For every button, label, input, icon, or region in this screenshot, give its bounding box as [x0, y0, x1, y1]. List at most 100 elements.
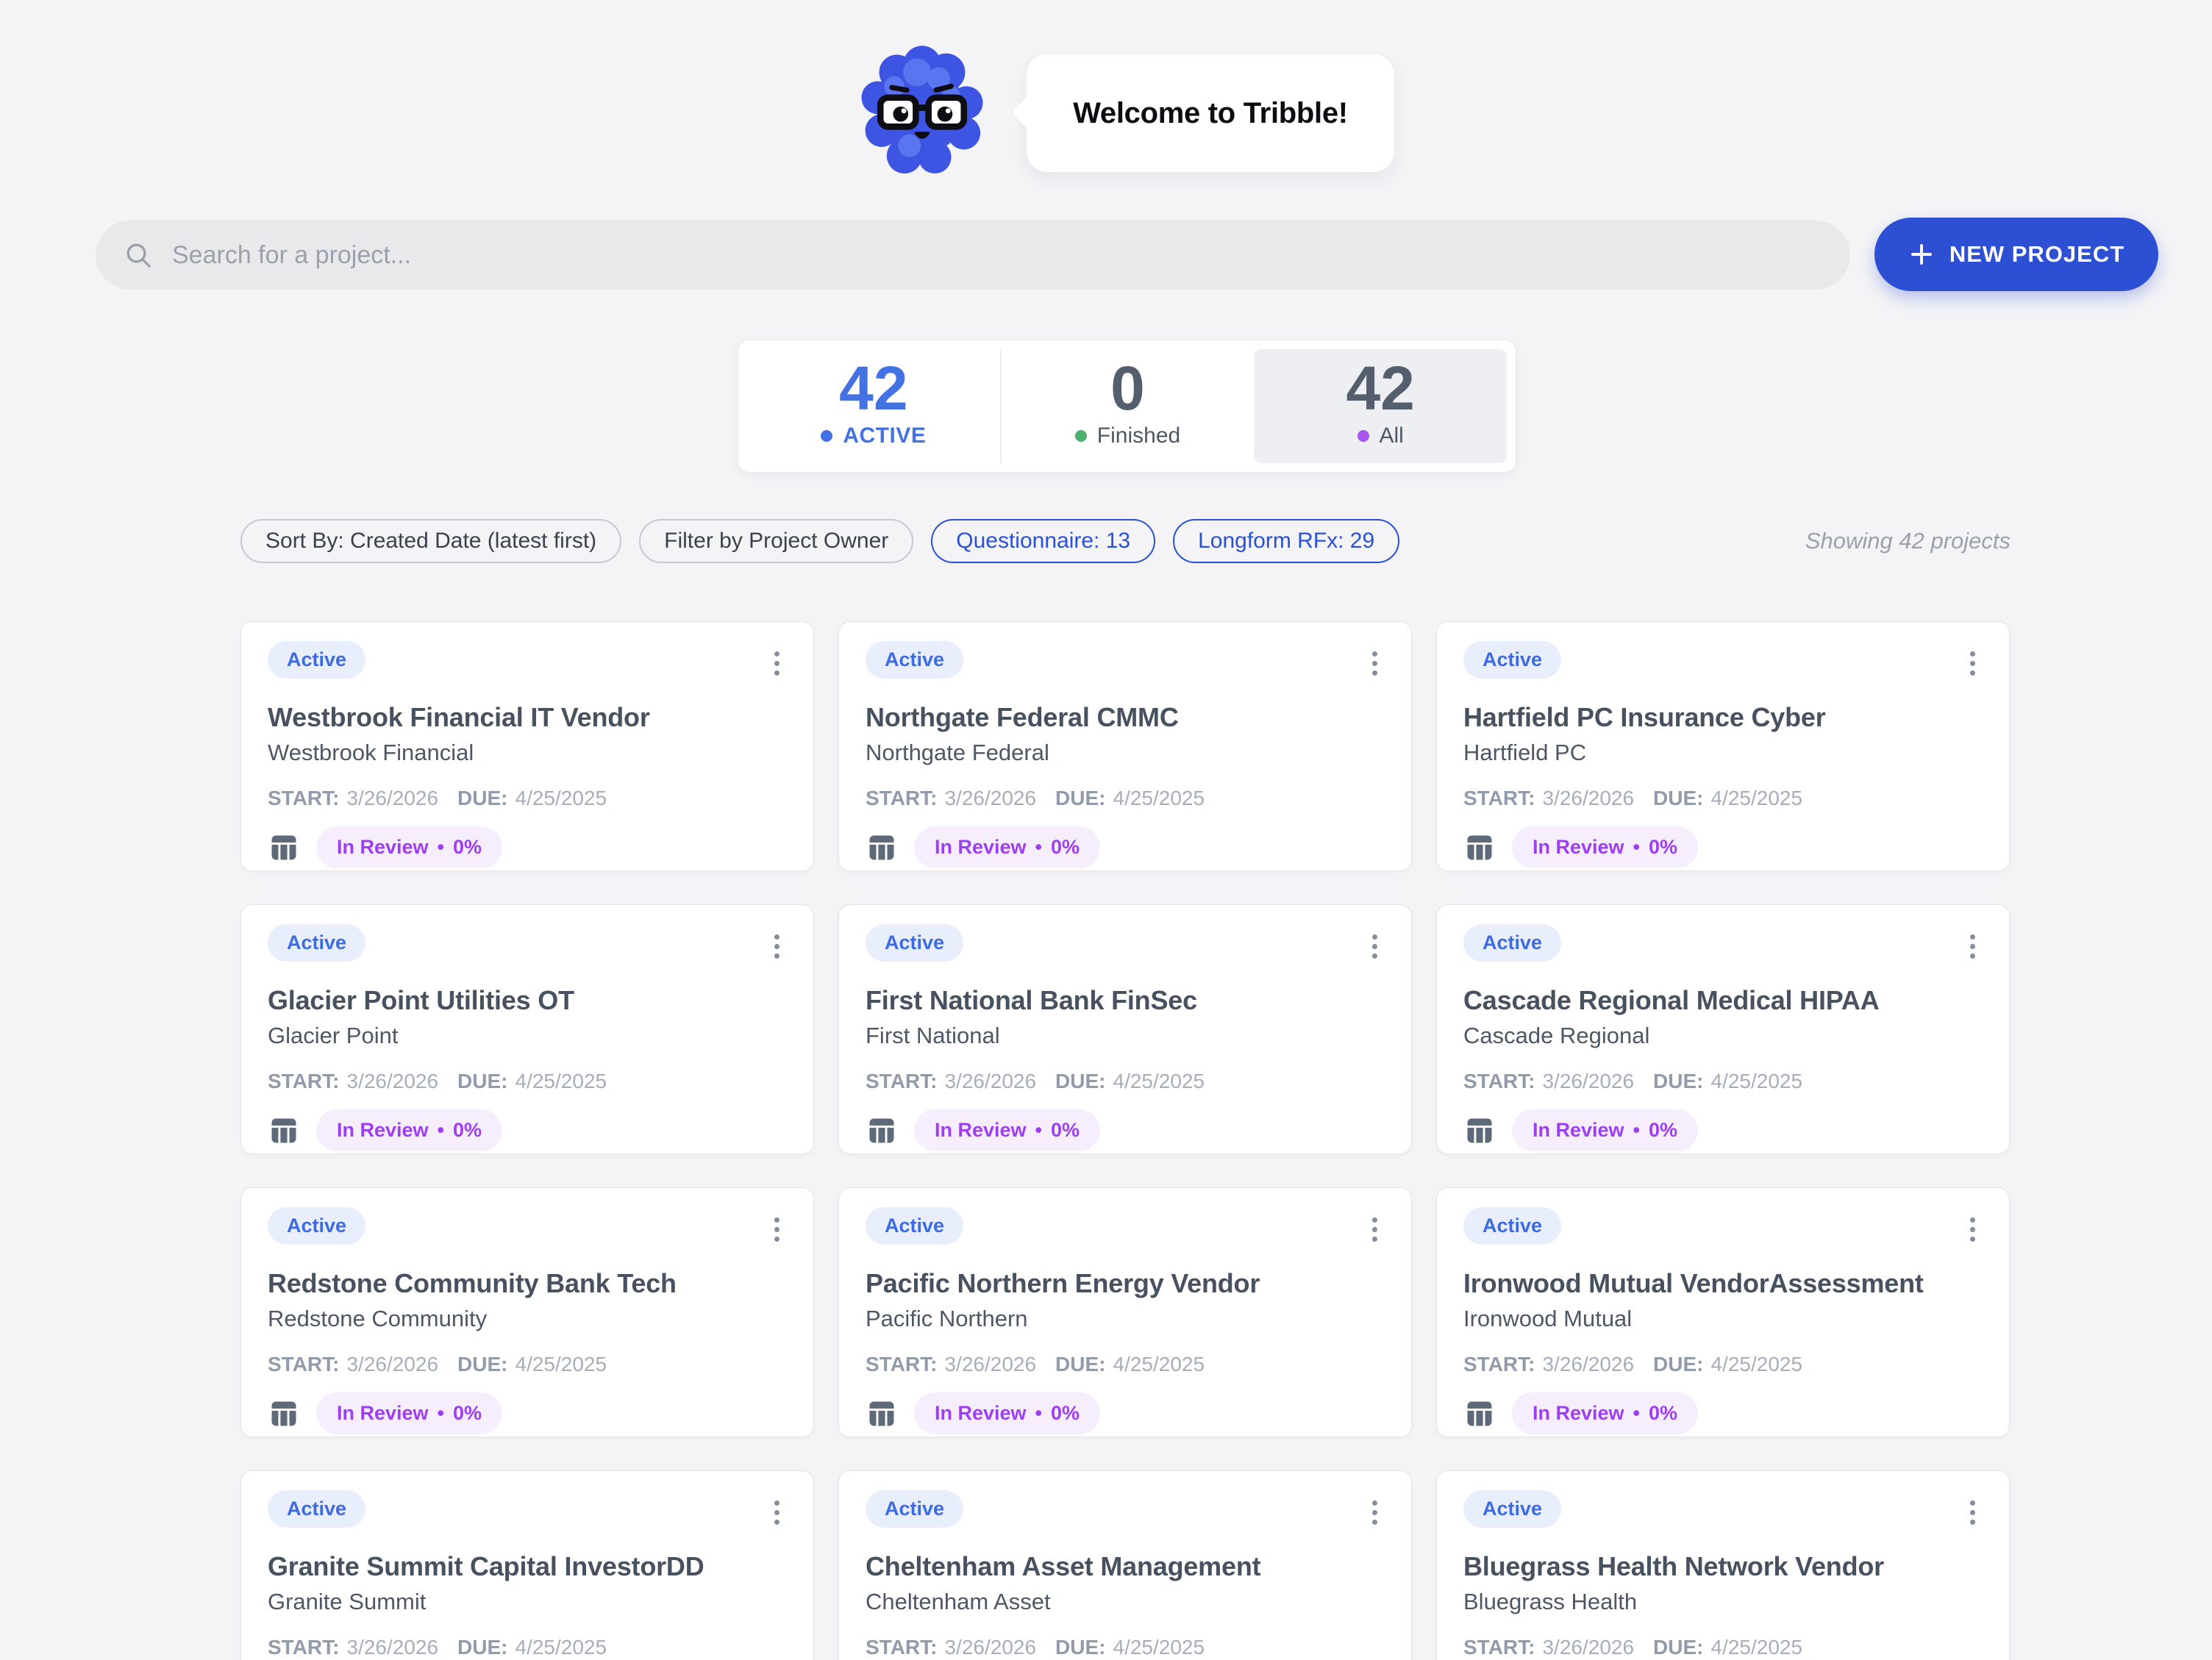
project-card[interactable]: Active Redstone Community Bank Tech Reds…	[240, 1187, 814, 1437]
review-label: In Review	[1533, 837, 1624, 857]
project-card[interactable]: Active Cheltenham Asset Management Chelt…	[838, 1470, 1412, 1660]
start-date: 3/26/2026	[346, 787, 438, 810]
start-label: START:	[1463, 1353, 1535, 1376]
due-label: DUE:	[1055, 1636, 1105, 1659]
project-card[interactable]: Active Granite Summit Capital InvestorDD…	[240, 1470, 814, 1660]
status-badge: Active	[1463, 1490, 1561, 1528]
project-dates: START: 3/26/2026 DUE: 4/25/2025	[866, 787, 1385, 810]
start-label: START:	[268, 1070, 339, 1093]
dot-separator: •	[1633, 1120, 1640, 1140]
project-owner: Hartfield PC	[1463, 740, 1983, 766]
project-card[interactable]: Active First National Bank FinSec First …	[838, 904, 1412, 1154]
project-owner: Cheltenham Asset	[866, 1589, 1385, 1615]
project-dates: START: 3/26/2026 DUE: 4/25/2025	[268, 787, 787, 810]
card-menu-button[interactable]	[1365, 1209, 1385, 1251]
status-badge: Active	[1463, 641, 1561, 679]
kebab-icon	[774, 934, 779, 940]
review-label: In Review	[935, 1403, 1027, 1423]
card-menu-button[interactable]	[1963, 926, 1983, 967]
start-date: 3/26/2026	[346, 1353, 438, 1376]
project-title: Bluegrass Health Network Vendor	[1463, 1551, 1983, 1582]
stat-finished[interactable]: 0 Finished	[1000, 349, 1255, 463]
project-card[interactable]: Active Westbrook Financial IT Vendor Wes…	[240, 621, 814, 871]
new-project-button[interactable]: NEW PROJECT	[1874, 218, 2158, 291]
project-card[interactable]: Active Glacier Point Utilities OT Glacie…	[240, 904, 814, 1154]
card-menu-button[interactable]	[1963, 1492, 1983, 1534]
card-menu-button[interactable]	[1963, 1209, 1983, 1251]
card-menu-button[interactable]	[767, 643, 787, 684]
due-date: 4/25/2025	[515, 1636, 607, 1659]
kebab-icon	[1970, 1500, 1975, 1506]
project-owner: Bluegrass Health	[1463, 1589, 1983, 1615]
due-date: 4/25/2025	[515, 787, 607, 810]
card-menu-button[interactable]	[1365, 643, 1385, 684]
stat-active[interactable]: 42 ACTIVE	[747, 349, 1000, 463]
filter-row: Sort By: Created Date (latest first) Fil…	[240, 519, 2011, 565]
card-menu-button[interactable]	[767, 1492, 787, 1534]
project-card[interactable]: Active Bluegrass Health Network Vendor B…	[1436, 1470, 2010, 1660]
start-date: 3/26/2026	[1542, 787, 1634, 810]
due-date: 4/25/2025	[1711, 787, 1803, 810]
start-label: START:	[1463, 787, 1535, 810]
longform-filter-chip[interactable]: Longform RFx: 29	[1173, 519, 1399, 563]
project-owner: Glacier Point	[268, 1023, 787, 1049]
project-dates: START: 3/26/2026 DUE: 4/25/2025	[268, 1353, 787, 1376]
project-title: Northgate Federal CMMC	[866, 702, 1385, 733]
project-card[interactable]: Active Hartfield PC Insurance Cyber Hart…	[1436, 621, 2010, 871]
project-grid: Active Westbrook Financial IT Vendor Wes…	[240, 621, 2011, 1660]
start-label: START:	[1463, 1070, 1535, 1093]
due-label: DUE:	[457, 1353, 507, 1376]
new-project-label: NEW PROJECT	[1949, 241, 2124, 268]
review-label: In Review	[935, 837, 1027, 857]
project-card[interactable]: Active Cascade Regional Medical HIPAA Ca…	[1436, 904, 2010, 1154]
project-owner: Cascade Regional	[1463, 1023, 1983, 1049]
card-menu-button[interactable]	[767, 1209, 787, 1251]
project-title: Cheltenham Asset Management	[866, 1551, 1385, 1582]
dot-separator: •	[438, 837, 444, 857]
stat-all[interactable]: 42 All	[1254, 349, 1507, 463]
status-badge: Active	[268, 924, 365, 962]
sort-chip[interactable]: Sort By: Created Date (latest first)	[240, 519, 621, 563]
project-owner: Pacific Northern	[866, 1306, 1385, 1332]
due-date: 4/25/2025	[1711, 1636, 1803, 1659]
project-card[interactable]: Active Northgate Federal CMMC Northgate …	[838, 621, 1412, 871]
review-progress: 0%	[453, 837, 482, 857]
card-menu-button[interactable]	[1365, 926, 1385, 967]
review-status-badge: In Review • 0%	[316, 826, 502, 868]
project-owner: First National	[866, 1023, 1385, 1049]
kebab-icon	[1970, 934, 1975, 940]
start-date: 3/26/2026	[346, 1070, 438, 1093]
project-card[interactable]: Active Pacific Northern Energy Vendor Pa…	[838, 1187, 1412, 1437]
review-label: In Review	[1533, 1120, 1624, 1140]
card-menu-button[interactable]	[1365, 1492, 1385, 1534]
due-date: 4/25/2025	[1711, 1353, 1803, 1376]
table-icon	[866, 1398, 898, 1430]
table-icon	[866, 1115, 898, 1147]
project-search[interactable]	[96, 221, 1850, 290]
due-label: DUE:	[457, 1070, 507, 1093]
owner-filter-chip[interactable]: Filter by Project Owner	[639, 519, 913, 563]
project-card[interactable]: Active Ironwood Mutual VendorAssessment …	[1436, 1187, 2010, 1437]
status-badge: Active	[866, 1490, 963, 1528]
questionnaire-filter-chip[interactable]: Questionnaire: 13	[931, 519, 1155, 563]
kebab-icon	[1372, 651, 1377, 657]
status-badge: Active	[268, 1490, 365, 1528]
project-title: First National Bank FinSec	[866, 985, 1385, 1016]
welcome-bubble: Welcome to Tribble!	[1027, 54, 1394, 172]
review-status-badge: In Review • 0%	[914, 826, 1100, 868]
search-input[interactable]	[172, 241, 1822, 270]
project-title: Pacific Northern Energy Vendor	[866, 1268, 1385, 1299]
review-progress: 0%	[1051, 1120, 1080, 1140]
card-menu-button[interactable]	[767, 926, 787, 967]
due-date: 4/25/2025	[1113, 1070, 1205, 1093]
status-badge: Active	[866, 924, 963, 962]
project-dates: START: 3/26/2026 DUE: 4/25/2025	[1463, 1353, 1983, 1376]
review-status-badge: In Review • 0%	[1512, 826, 1698, 868]
project-dates: START: 3/26/2026 DUE: 4/25/2025	[866, 1636, 1385, 1659]
card-menu-button[interactable]	[1963, 643, 1983, 684]
table-icon	[268, 831, 300, 864]
project-owner: Redstone Community	[268, 1306, 787, 1332]
due-date: 4/25/2025	[515, 1353, 607, 1376]
status-badge: Active	[1463, 1207, 1561, 1245]
project-title: Hartfield PC Insurance Cyber	[1463, 702, 1983, 733]
